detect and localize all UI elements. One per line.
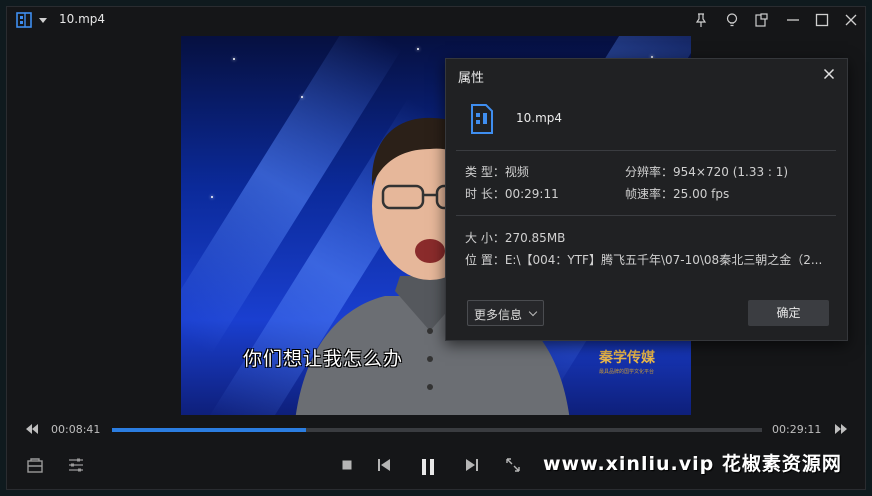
dialog-title: 属性 <box>458 71 485 86</box>
video-file-icon <box>471 104 493 134</box>
duration-label: 时 长： <box>465 187 505 201</box>
stage-star <box>233 58 235 60</box>
total-time: 00:29:11 <box>772 423 822 436</box>
lightbulb-icon[interactable] <box>724 12 740 28</box>
file-name: 10.mp4 <box>516 111 563 125</box>
brand-watermark: www.xinliu.vip 花椒素资源网 <box>543 453 842 475</box>
player-window: 10.mp4 你们想让我怎么办 秦学传媒 最具品牌的国学文化平台 属性 10.m… <box>6 6 866 490</box>
location-row: 位 置：E:\【004：YTF】腾飞五千年\07-10\08秦北三朝之金（2..… <box>465 251 822 268</box>
stage-star <box>417 48 419 50</box>
settings-sliders-icon[interactable] <box>67 456 85 474</box>
maximize-icon[interactable] <box>814 12 830 28</box>
next-icon[interactable] <box>464 457 480 473</box>
mini-window-icon[interactable] <box>754 12 770 28</box>
stage-star <box>211 196 213 198</box>
chevron-down-icon <box>528 307 538 317</box>
framerate-row: 帧速率：25.00 fps <box>625 185 729 202</box>
type-label: 类 型： <box>465 165 505 179</box>
size-value: 270.85MB <box>504 231 566 245</box>
video-watermark: 秦学传媒 <box>599 350 655 366</box>
rewind-icon[interactable] <box>24 421 40 437</box>
divider <box>456 150 836 151</box>
dialog-close-icon[interactable] <box>821 66 837 82</box>
minimize-icon[interactable] <box>785 12 801 28</box>
title-bar: 10.mp4 <box>7 7 865 33</box>
video-subtitle: 你们想让我怎么办 <box>243 348 404 370</box>
close-icon[interactable] <box>843 12 859 28</box>
stop-icon[interactable] <box>339 457 355 473</box>
current-time: 00:08:41 <box>51 423 101 436</box>
fast-forward-icon[interactable] <box>833 421 849 437</box>
progress-track[interactable] <box>112 428 762 432</box>
progress-fill <box>112 428 306 432</box>
timeline-bar: 00:08:41 00:29:11 <box>7 419 865 439</box>
divider <box>456 215 836 216</box>
size-label: 大 小： <box>465 231 505 245</box>
menu-chevron-down-icon[interactable] <box>39 18 47 23</box>
location-value[interactable]: E:\【004：YTF】腾飞五千年\07-10\08秦北三朝之金（2... <box>505 253 822 267</box>
framerate-label: 帧速率： <box>625 187 674 201</box>
previous-icon[interactable] <box>376 457 392 473</box>
duration-value: 00:29:11 <box>504 187 559 201</box>
more-info-button[interactable]: 更多信息 <box>467 300 544 326</box>
location-label: 位 置： <box>465 253 505 267</box>
duration-row: 时 长：00:29:11 <box>465 185 559 202</box>
type-value: 视频 <box>504 165 529 179</box>
video-watermark-subtitle: 最具品牌的国学文化平台 <box>599 369 655 375</box>
resolution-value: 954×720 (1.33 : 1) <box>673 165 789 179</box>
more-info-label: 更多信息 <box>474 308 523 322</box>
window-title: 10.mp4 <box>59 12 106 26</box>
resolution-label: 分辨率： <box>625 165 674 179</box>
type-row: 类 型：视频 <box>465 163 529 180</box>
fullscreen-arrows-icon[interactable] <box>505 457 521 473</box>
pause-icon[interactable] <box>417 456 439 478</box>
size-row: 大 小：270.85MB <box>465 229 565 246</box>
playlist-icon[interactable] <box>26 456 44 474</box>
ok-button[interactable]: 确定 <box>748 300 829 326</box>
resolution-row: 分辨率：954×720 (1.33 : 1) <box>625 163 788 180</box>
framerate-value: 25.00 fps <box>673 187 730 201</box>
properties-dialog: 属性 10.mp4 类 型：视频 分辨率：954×720 (1.33 : 1) … <box>445 58 848 341</box>
player-logo-icon[interactable] <box>16 12 32 28</box>
pin-icon[interactable] <box>693 12 709 28</box>
